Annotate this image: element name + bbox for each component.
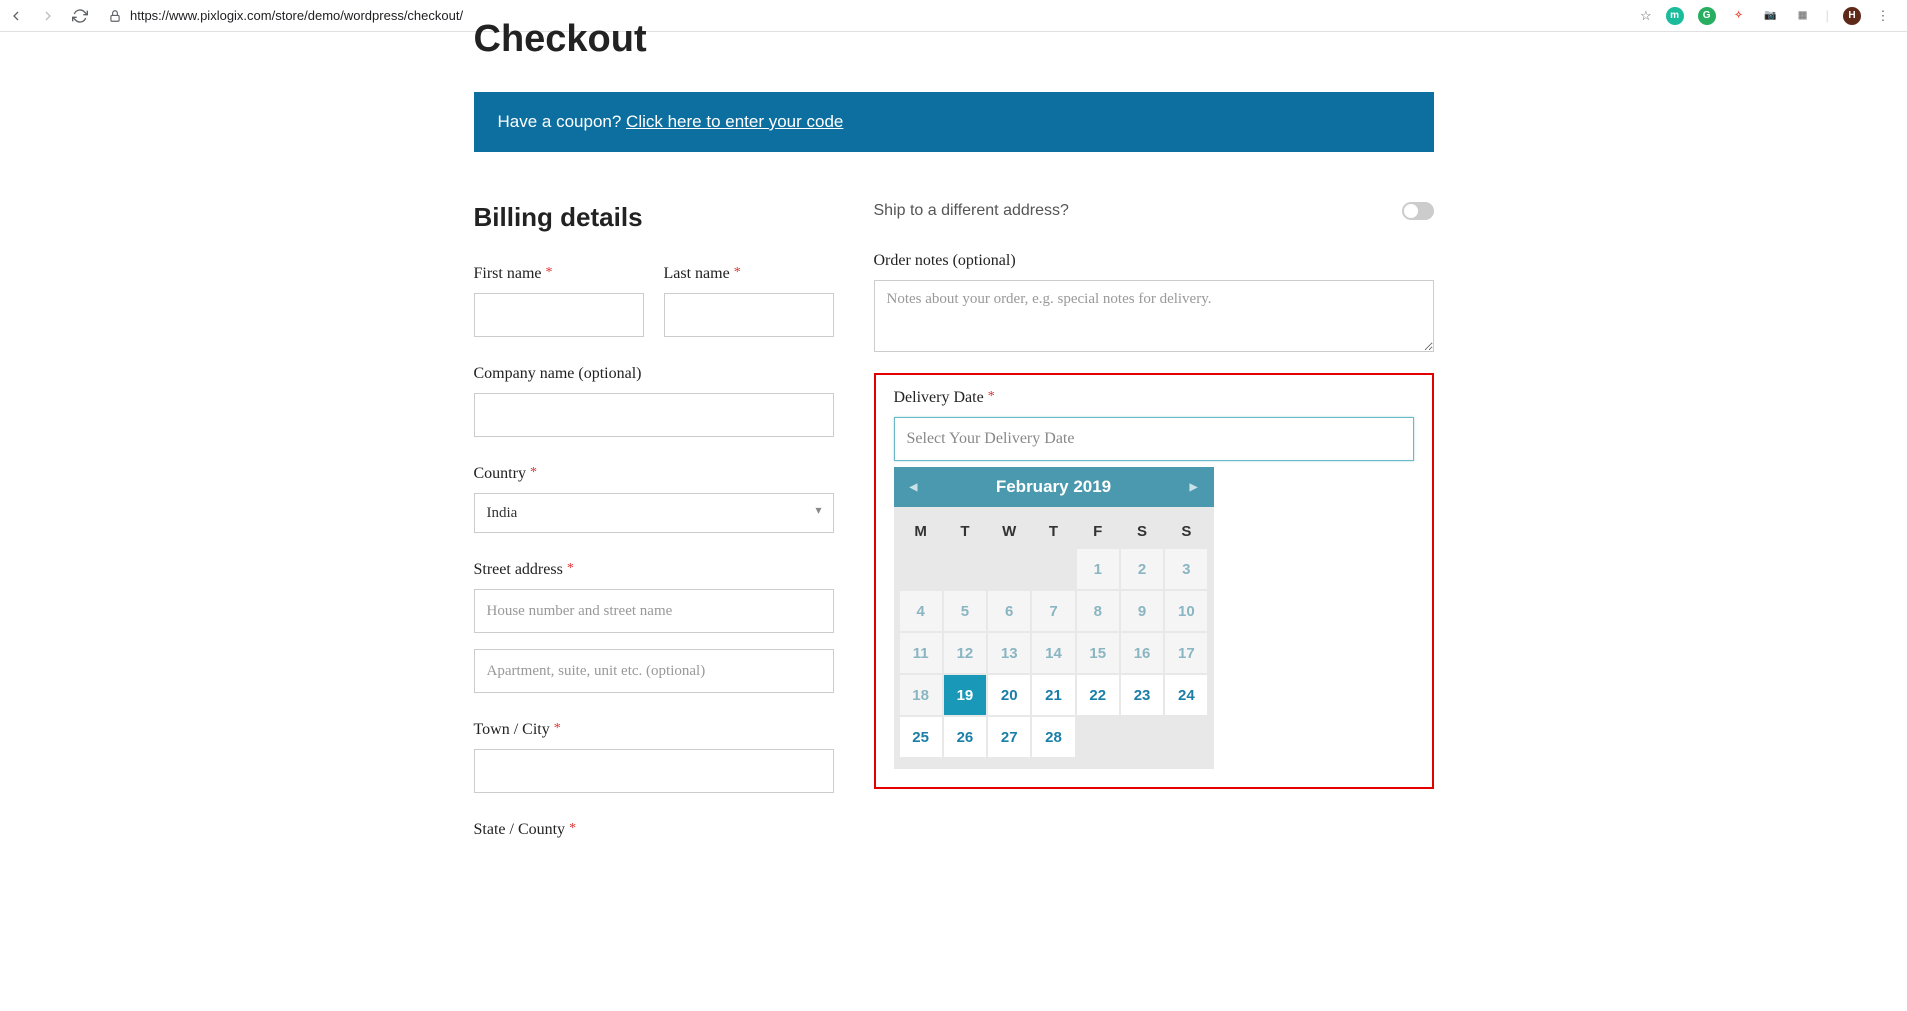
calendar-day[interactable]: 25 [900, 717, 942, 757]
extension-icon[interactable]: m [1666, 7, 1684, 25]
country-label: Country* [474, 465, 834, 483]
calendar-day[interactable]: 11 [900, 633, 942, 673]
calendar-day [900, 549, 942, 589]
delivery-date-field[interactable] [894, 417, 1414, 461]
calendar-day[interactable]: 19 [944, 675, 986, 715]
company-label: Company name (optional) [474, 365, 834, 383]
calendar-month-year: February 2019 [996, 477, 1111, 497]
calendar-day[interactable]: 16 [1121, 633, 1163, 673]
coupon-prompt: Have a coupon? [498, 112, 627, 131]
forward-icon[interactable] [40, 8, 56, 24]
last-name-label: Last name* [664, 265, 834, 283]
calendar-day[interactable]: 10 [1165, 591, 1207, 631]
calendar-day[interactable]: 15 [1077, 633, 1119, 673]
url-text: https://www.pixlogix.com/store/demo/word… [130, 8, 463, 23]
calendar-day[interactable]: 9 [1121, 591, 1163, 631]
calendar-day-header: S [1165, 515, 1207, 547]
calendar-day[interactable]: 6 [988, 591, 1030, 631]
street-field[interactable] [474, 589, 834, 633]
company-field[interactable] [474, 393, 834, 437]
calendar-day[interactable]: 20 [988, 675, 1030, 715]
last-name-field[interactable] [664, 293, 834, 337]
calendar-day[interactable]: 26 [944, 717, 986, 757]
reload-icon[interactable] [72, 8, 88, 24]
calendar-day[interactable]: 24 [1165, 675, 1207, 715]
calendar-day-header: T [944, 515, 986, 547]
calendar-day[interactable]: 28 [1032, 717, 1074, 757]
calendar-day[interactable]: 21 [1032, 675, 1074, 715]
order-notes-label: Order notes (optional) [874, 252, 1434, 270]
prev-month-icon[interactable]: ◀ [908, 481, 920, 493]
coupon-notice: Have a coupon? Click here to enter your … [474, 92, 1434, 152]
calendar-day[interactable]: 22 [1077, 675, 1119, 715]
calendar-day [944, 549, 986, 589]
coupon-link[interactable]: Click here to enter your code [626, 112, 843, 131]
calendar-day-header: W [988, 515, 1030, 547]
ship-toggle[interactable] [1402, 202, 1434, 220]
profile-avatar-icon[interactable]: H [1843, 7, 1861, 25]
calendar-day[interactable]: 3 [1165, 549, 1207, 589]
apartment-field[interactable] [474, 649, 834, 693]
delivery-date-section: Delivery Date* ◀ February 2019 ▶ MTWTFSS… [874, 373, 1434, 789]
address-bar[interactable]: https://www.pixlogix.com/store/demo/word… [100, 8, 1628, 23]
delivery-date-label: Delivery Date* [894, 389, 1414, 407]
datepicker: ◀ February 2019 ▶ MTWTFSS123456789101112… [894, 467, 1214, 769]
first-name-label: First name* [474, 265, 644, 283]
calendar-day[interactable]: 18 [900, 675, 942, 715]
menu-icon[interactable]: ⋮ [1875, 8, 1891, 24]
extension-icon[interactable]: G [1698, 7, 1716, 25]
country-select[interactable]: India [474, 493, 834, 533]
calendar-day [1032, 549, 1074, 589]
calendar-day-header: S [1121, 515, 1163, 547]
calendar-day[interactable]: 14 [1032, 633, 1074, 673]
calendar-day[interactable]: 8 [1077, 591, 1119, 631]
first-name-field[interactable] [474, 293, 644, 337]
calendar-day[interactable]: 4 [900, 591, 942, 631]
calendar-day [1165, 717, 1207, 757]
extension-icon[interactable]: ▦ [1794, 7, 1812, 25]
calendar-day [988, 549, 1030, 589]
next-month-icon[interactable]: ▶ [1187, 481, 1199, 493]
calendar-day [1121, 717, 1163, 757]
calendar-day[interactable]: 23 [1121, 675, 1163, 715]
bookmark-star-icon[interactable]: ☆ [1640, 8, 1652, 24]
calendar-day[interactable]: 12 [944, 633, 986, 673]
town-field[interactable] [474, 749, 834, 793]
ship-toggle-label: Ship to a different address? [874, 202, 1069, 220]
calendar-day[interactable]: 13 [988, 633, 1030, 673]
calendar-day-header: F [1077, 515, 1119, 547]
town-label: Town / City* [474, 721, 834, 739]
calendar-day[interactable]: 27 [988, 717, 1030, 757]
calendar-day[interactable]: 2 [1121, 549, 1163, 589]
calendar-day [1077, 717, 1119, 757]
calendar-day-header: T [1032, 515, 1074, 547]
calendar-day[interactable]: 7 [1032, 591, 1074, 631]
page-title: Checkout [474, 18, 1434, 52]
order-notes-field[interactable] [874, 280, 1434, 352]
calendar-day[interactable]: 17 [1165, 633, 1207, 673]
calendar-day[interactable]: 5 [944, 591, 986, 631]
extension-icon[interactable]: ✧ [1730, 7, 1748, 25]
calendar-day[interactable]: 1 [1077, 549, 1119, 589]
street-label: Street address* [474, 561, 834, 579]
state-label: State / County* [474, 821, 834, 839]
back-icon[interactable] [8, 8, 24, 24]
calendar-day-header: M [900, 515, 942, 547]
extension-icon[interactable]: 📷 [1762, 7, 1780, 25]
lock-icon [108, 9, 122, 23]
billing-heading: Billing details [474, 202, 834, 233]
